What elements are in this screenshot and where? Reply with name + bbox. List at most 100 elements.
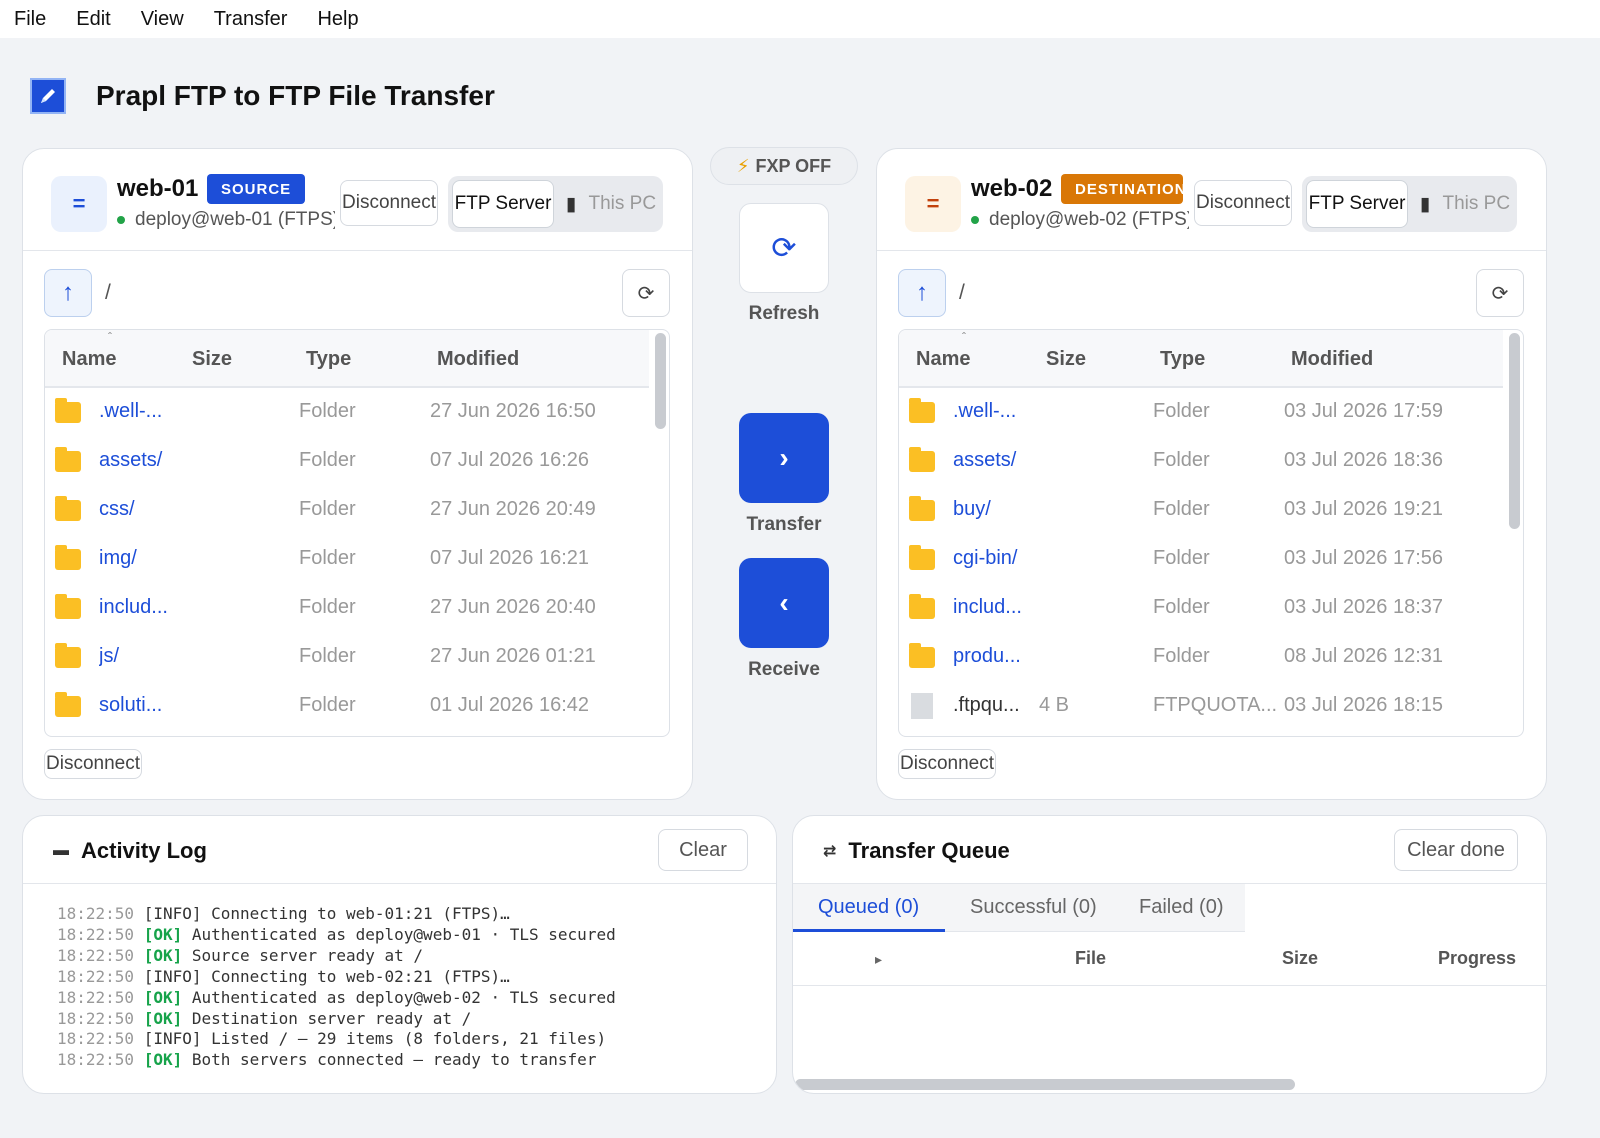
column-modified[interactable]: Modified: [1291, 348, 1373, 371]
folder-icon: [909, 496, 935, 521]
destination-badge: DESTINATION: [1061, 174, 1183, 204]
column-progress[interactable]: Progress: [1438, 948, 1516, 969]
menu-file[interactable]: File: [14, 8, 46, 31]
disconnect-button[interactable]: Disconnect: [340, 180, 438, 226]
column-modified[interactable]: Modified: [437, 348, 519, 371]
column-name[interactable]: Name: [62, 348, 116, 371]
refresh-listing-button[interactable]: ⟳: [1476, 269, 1524, 317]
file-modified: 03 Jul 2026 18:37: [1284, 596, 1444, 618]
disconnect-bottom-button[interactable]: Disconnect: [898, 749, 996, 779]
server-icon: =: [905, 176, 961, 232]
folder-icon: [55, 496, 81, 521]
refresh-icon: ⟳: [771, 231, 797, 265]
table-row[interactable]: cgi-bin/Folder 03 Jul 2026 17:56: [899, 535, 1503, 584]
clear-log-button[interactable]: Clear: [658, 829, 748, 871]
table-row[interactable]: produ... Folder 08 Jul 2026 12:31: [899, 633, 1503, 682]
vertical-scrollbar[interactable]: [1509, 333, 1520, 529]
table-row[interactable]: soluti... Folder 01 Jul 2026 16:42: [45, 682, 649, 731]
connection-user: deploy@web-01 (FTPS): [135, 209, 335, 230]
file-list: ˆ Name Size Type Modified .well-... Folde…: [44, 329, 670, 737]
file-size: 4 B: [1039, 694, 1070, 716]
table-row[interactable]: .well-... Folder 03 Jul 2026 17:59: [899, 388, 1503, 437]
disconnect-bottom-button[interactable]: Disconnect: [44, 749, 142, 779]
activity-log-panel: ▬ Activity Log Clear 18:22:50 [INFO] Conn…: [22, 815, 777, 1094]
column-file[interactable]: File: [1075, 948, 1106, 969]
table-row[interactable]: img/Folder 07 Jul 2026 16:21: [45, 535, 649, 584]
column-type[interactable]: Type: [306, 348, 351, 371]
file-modified: 07 Jul 2026 16:26: [430, 449, 590, 471]
receive-button[interactable]: ‹: [739, 558, 829, 648]
column-type[interactable]: Type: [1160, 348, 1205, 371]
table-row[interactable]: includ... Folder 27 Jun 2026 20:40: [45, 584, 649, 633]
connection-info: deploy@web-02 (FTPS): [971, 209, 1189, 231]
up-directory-button[interactable]: ↑: [44, 269, 92, 317]
file-type: Folder: [299, 694, 356, 716]
tab-ftp-server[interactable]: FTP Server: [452, 180, 554, 228]
expand-icon[interactable]: ▸: [875, 951, 882, 968]
log-entry: 18:22:50 [INFO] Listed / — 29 items (8 f…: [57, 1029, 616, 1050]
disconnect-button[interactable]: Disconnect: [1194, 180, 1292, 226]
menu-view[interactable]: View: [141, 8, 184, 31]
column-size[interactable]: Size: [1046, 348, 1086, 371]
log-entry: 18:22:50 [OK] Authenticated as deploy@we…: [57, 925, 616, 946]
log-message: Destination server ready at /: [182, 1008, 472, 1028]
file-type: Folder: [299, 645, 356, 667]
up-directory-button[interactable]: ↑: [898, 269, 946, 317]
connection-info: deploy@web-01 (FTPS): [117, 209, 335, 231]
source-header: = web-01 SOURCE deploy@web-01 (FTPS) Dis…: [23, 149, 692, 251]
refresh-icon: ⟳: [1491, 282, 1509, 305]
table-row[interactable]: includ... Folder 03 Jul 2026 18:37: [899, 584, 1503, 633]
file-type: Folder: [299, 498, 356, 520]
file-list: ˆ Name Size Type Modified .well-... Folde…: [898, 329, 1524, 737]
file-modified: 27 Jun 2026 20:49: [430, 498, 596, 520]
tab-this-pc[interactable]: ▮ This PC: [1420, 180, 1510, 228]
activity-log-header: ▬ Activity Log Clear: [23, 816, 776, 884]
receive-label: Receive: [748, 659, 820, 680]
table-row[interactable]: assets/Folder 07 Jul 2026 16:26: [45, 437, 649, 486]
refresh-label: Refresh: [748, 303, 820, 324]
server-name: web-02: [971, 175, 1053, 202]
refresh-listing-button[interactable]: ⟳: [622, 269, 670, 317]
tab-ftp-server[interactable]: FTP Server: [1306, 180, 1408, 228]
column-size[interactable]: Size: [1282, 948, 1318, 969]
vertical-scrollbar[interactable]: [655, 333, 666, 429]
log-level: [OK]: [143, 924, 183, 944]
refresh-both-button[interactable]: ⟳: [739, 203, 829, 293]
transfer-queue-header: ⇄ Transfer Queue Clear done: [793, 816, 1546, 884]
menu-edit[interactable]: Edit: [76, 8, 110, 31]
file-modified: 08 Jul 2026 12:31: [1284, 645, 1444, 667]
table-row[interactable]: assets/Folder 03 Jul 2026 18:36: [899, 437, 1503, 486]
tab-successful[interactable]: Successful (0): [970, 896, 1097, 919]
source-badge: SOURCE: [207, 174, 306, 204]
column-size[interactable]: Size: [192, 348, 232, 371]
tab-this-pc[interactable]: ▮ This PC: [566, 180, 656, 228]
file-name: buy/: [953, 498, 991, 520]
table-row[interactable]: js/Folder 27 Jun 2026 01:21: [45, 633, 649, 682]
horizontal-scrollbar[interactable]: [795, 1079, 1295, 1090]
file-name: js/: [99, 645, 119, 667]
table-row[interactable]: .ftpqu... 4 B FTPQUOTA... 03 Jul 2026 18:15: [899, 682, 1503, 731]
log-timestamp: 18:22:50: [57, 1029, 135, 1049]
queue-table-header: ▸ File Size Progress: [793, 934, 1546, 986]
file-modified: 03 Jul 2026 17:59: [1284, 400, 1444, 422]
menu-transfer[interactable]: Transfer: [214, 8, 288, 31]
folder-icon: [55, 692, 81, 717]
folder-icon: [55, 545, 81, 570]
fxp-toggle[interactable]: ⚡ FXP OFF: [710, 147, 858, 185]
menu-help[interactable]: Help: [317, 8, 358, 31]
table-row[interactable]: buy/Folder 03 Jul 2026 19:21: [899, 486, 1503, 535]
table-row[interactable]: css/Folder 27 Jun 2026 20:49: [45, 486, 649, 535]
file-type: Folder: [1153, 449, 1210, 471]
file-name: soluti...: [99, 694, 163, 716]
file-type: FTPQUOTA...: [1153, 694, 1278, 716]
file-list-header: ˆ Name Size Type Modified: [899, 330, 1503, 388]
tab-queued[interactable]: Queued (0): [818, 896, 919, 919]
transfer-button[interactable]: ›: [739, 413, 829, 503]
chevron-right-icon: ›: [779, 442, 789, 473]
column-name[interactable]: Name: [916, 348, 970, 371]
table-row[interactable]: .well-... Folder 27 Jun 2026 16:50: [45, 388, 649, 437]
clear-done-button[interactable]: Clear done: [1394, 829, 1518, 871]
tab-failed[interactable]: Failed (0): [1139, 896, 1223, 919]
folder-icon: [909, 643, 935, 668]
transfer-queue-panel: ⇄ Transfer Queue Clear done Queued (0) Su…: [792, 815, 1547, 1094]
